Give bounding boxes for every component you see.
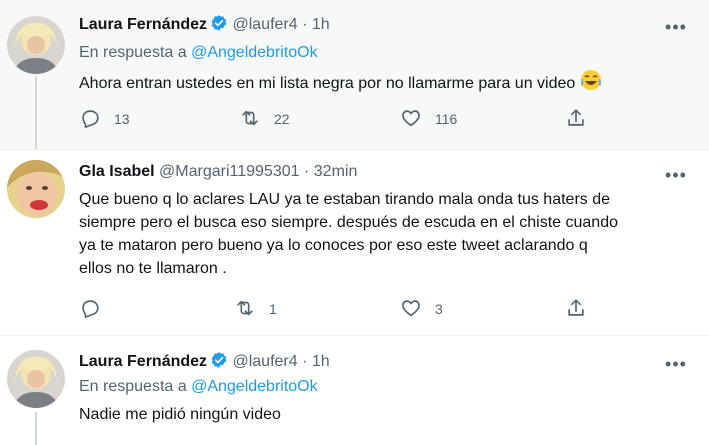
reply-button[interactable] <box>79 298 101 320</box>
timestamp[interactable]: 32min <box>314 163 358 180</box>
tweet-text-content: Nadie me pidió ningún video <box>79 406 281 423</box>
like-count: 116 <box>435 111 458 127</box>
reply-count: 13 <box>114 111 130 127</box>
tweet-text-line: siempre pero el busca eso siempre. despu… <box>79 214 618 231</box>
tweet-text: Que bueno q lo aclares LAU ya te estaban… <box>79 188 689 280</box>
share-button[interactable] <box>565 108 587 130</box>
author-handle[interactable]: @laufer4 <box>232 16 297 33</box>
retweet-icon <box>234 297 256 322</box>
tweet-text-line: ellos no te llamaron . <box>79 260 227 277</box>
separator-dot: · <box>302 16 308 33</box>
retweet-count: 1 <box>269 301 277 317</box>
tweet-header: Gla Isabel @Margari11995301 · 32min <box>79 162 357 182</box>
more-options-icon[interactable]: ••• <box>664 18 688 40</box>
retweet-count: 22 <box>274 111 290 127</box>
author-handle[interactable]: @laufer4 <box>232 353 297 370</box>
share-icon <box>565 107 587 132</box>
tweet-header: Laura Fernández @laufer4 · 1h <box>79 351 330 375</box>
retweet-button[interactable]: 1 <box>234 298 277 320</box>
verified-badge-icon <box>210 14 228 38</box>
reply-prefix: En respuesta a <box>79 378 187 395</box>
heart-icon <box>400 107 422 132</box>
author-handle[interactable]: @Margari11995301 <box>159 163 299 180</box>
tweet-text: Ahora entran ustedes en mi lista negra p… <box>79 69 689 98</box>
tweet-3[interactable]: Laura Fernández @laufer4 · 1h ••• En res… <box>0 335 709 445</box>
share-icon <box>565 297 587 322</box>
timestamp[interactable]: 1h <box>312 353 330 370</box>
timestamp[interactable]: 1h <box>312 16 330 33</box>
avatar[interactable] <box>7 160 65 218</box>
tweet-text-line: ya te mataron pero bueno ya lo conoces p… <box>79 237 588 254</box>
share-button[interactable] <box>565 298 587 320</box>
retweet-icon <box>239 107 261 132</box>
tweet-text-line: Que bueno q lo aclares LAU ya te estaban… <box>79 191 611 208</box>
like-button[interactable]: 3 <box>400 298 443 320</box>
more-options-icon[interactable]: ••• <box>664 355 688 377</box>
reply-to-mention[interactable]: @AngeldebritoOk <box>191 44 318 61</box>
thread-line <box>35 76 37 149</box>
tweet-text-content: Ahora entran ustedes en mi lista negra p… <box>79 75 576 92</box>
reply-to-mention[interactable]: @AngeldebritoOk <box>191 378 318 395</box>
author-name[interactable]: Gla Isabel <box>79 163 155 180</box>
laughing-crying-emoji-icon <box>580 69 602 98</box>
reply-button[interactable]: 13 <box>79 108 130 130</box>
reply-icon <box>79 297 101 322</box>
retweet-button[interactable]: 22 <box>239 108 290 130</box>
tweet-text: Nadie me pidió ningún video <box>79 403 689 426</box>
tweet-1[interactable]: Laura Fernández @laufer4 · 1h ••• En res… <box>0 0 709 149</box>
reply-context: En respuesta a @AngeldebritoOk <box>79 377 318 397</box>
separator-dot: · <box>303 163 310 180</box>
author-name[interactable]: Laura Fernández <box>79 16 207 33</box>
heart-icon <box>400 297 422 322</box>
separator-dot: · <box>302 353 308 370</box>
thread-line <box>35 412 37 445</box>
author-name[interactable]: Laura Fernández <box>79 353 207 370</box>
reply-prefix: En respuesta a <box>79 44 187 61</box>
tweet-2[interactable]: Gla Isabel @Margari11995301 · 32min ••• … <box>0 149 709 335</box>
verified-badge-icon <box>210 351 228 375</box>
avatar[interactable] <box>7 350 65 408</box>
like-button[interactable]: 116 <box>400 108 457 130</box>
reply-context: En respuesta a @AngeldebritoOk <box>79 43 318 63</box>
more-options-icon[interactable]: ••• <box>664 166 688 188</box>
like-count: 3 <box>435 301 443 317</box>
avatar[interactable] <box>7 16 65 74</box>
tweet-header: Laura Fernández @laufer4 · 1h <box>79 14 330 38</box>
reply-icon <box>79 107 101 132</box>
